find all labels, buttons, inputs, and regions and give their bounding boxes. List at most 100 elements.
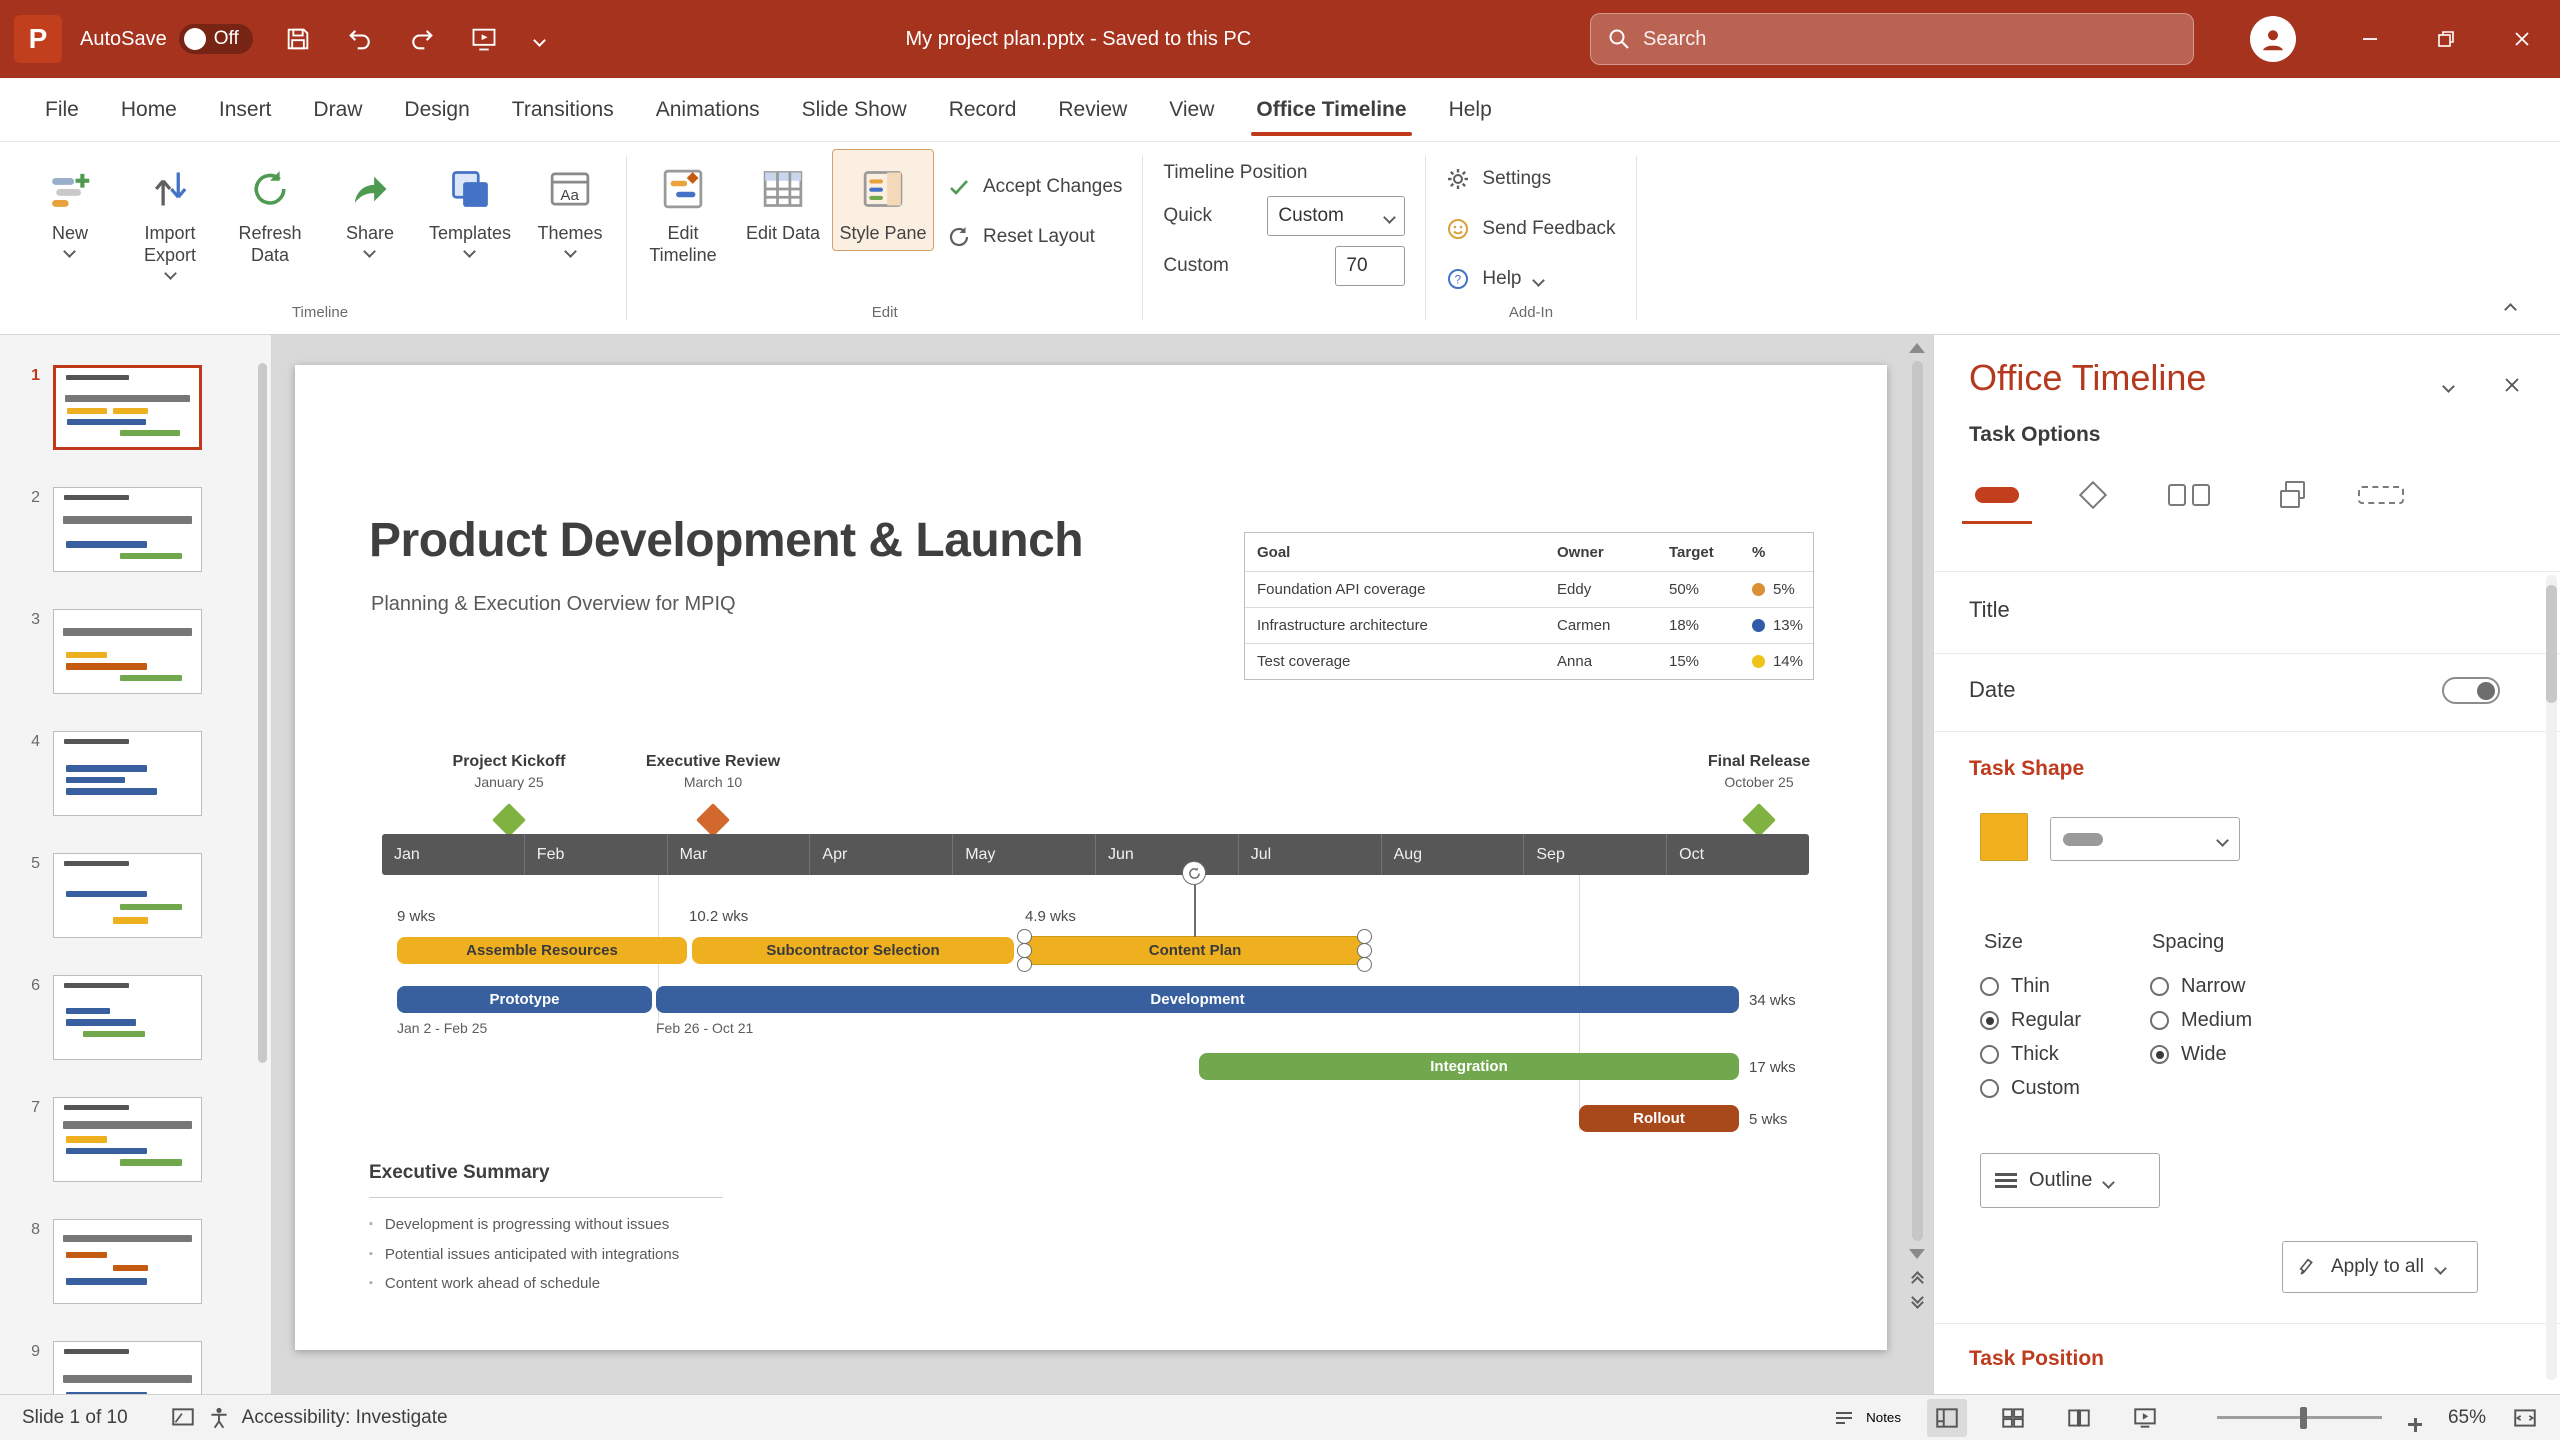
autosave-pill[interactable]: Off bbox=[178, 24, 253, 54]
slide-thumbnail[interactable]: 1 bbox=[18, 365, 271, 450]
quick-access-chevron[interactable] bbox=[513, 12, 567, 66]
timeline-month-band[interactable]: Jan Feb Mar Apr May Jun Jul Aug Sep Oct bbox=[382, 834, 1809, 875]
fit-to-window-button[interactable] bbox=[2512, 1405, 2538, 1431]
date-toggle[interactable] bbox=[2442, 677, 2500, 704]
restore-button[interactable] bbox=[2408, 0, 2484, 78]
size-option-custom[interactable]: Custom bbox=[1980, 1077, 2080, 1100]
slide-title[interactable]: Product Development & Launch bbox=[369, 513, 1084, 568]
send-feedback-button[interactable]: Send Feedback bbox=[1438, 206, 1623, 252]
slide-thumbnail[interactable]: 6 bbox=[18, 975, 271, 1060]
scrollbar-thumb[interactable] bbox=[1911, 361, 1923, 1241]
autosave-toggle[interactable]: AutoSave Off bbox=[80, 24, 253, 54]
tab-insert[interactable]: Insert bbox=[198, 78, 293, 141]
task-shape-heading[interactable]: Task Shape bbox=[1969, 757, 2084, 781]
task-bar-prototype[interactable]: Prototype bbox=[397, 986, 652, 1013]
title-section-label[interactable]: Title bbox=[1969, 597, 2010, 623]
pane-scrollbar[interactable] bbox=[2546, 575, 2557, 1380]
slide-5-preview[interactable] bbox=[53, 853, 202, 938]
shape-option-dashed[interactable] bbox=[2346, 473, 2416, 517]
selection-handle[interactable] bbox=[1017, 929, 1032, 944]
refresh-data-button[interactable]: Refresh Data bbox=[220, 150, 320, 272]
milestone-diamond-icon[interactable] bbox=[696, 803, 730, 837]
help-button[interactable]: ? Help bbox=[1438, 256, 1623, 302]
task-bar-subcontractor-selection[interactable]: Subcontractor Selection bbox=[692, 937, 1014, 964]
slide-7-preview[interactable] bbox=[53, 1097, 202, 1182]
edit-data-button[interactable]: Edit Data bbox=[733, 150, 833, 250]
scroll-down-icon[interactable] bbox=[1909, 1249, 1925, 1259]
pane-close-button[interactable] bbox=[2492, 369, 2532, 401]
slide-thumbnail[interactable]: 7 bbox=[18, 1097, 271, 1182]
slide-editor[interactable]: Product Development & Launch Planning & … bbox=[295, 365, 1887, 1350]
rotate-handle[interactable] bbox=[1182, 861, 1206, 885]
close-button[interactable] bbox=[2484, 0, 2560, 78]
slide-thumbnail[interactable]: 3 bbox=[18, 609, 271, 694]
task-bar-integration[interactable]: Integration bbox=[1199, 1053, 1739, 1080]
selection-handle[interactable] bbox=[1357, 929, 1372, 944]
selection-handle[interactable] bbox=[1357, 957, 1372, 972]
task-bar-assemble-resources[interactable]: Assemble Resources bbox=[397, 937, 687, 964]
collapse-ribbon-button[interactable] bbox=[2490, 290, 2530, 320]
custom-position-input[interactable] bbox=[1335, 246, 1406, 286]
tab-slide-show[interactable]: Slide Show bbox=[781, 78, 928, 141]
tab-transitions[interactable]: Transitions bbox=[491, 78, 635, 141]
reading-view-button[interactable] bbox=[2059, 1399, 2099, 1437]
slide-thumbnail[interactable]: 2 bbox=[18, 487, 271, 572]
redo-button[interactable] bbox=[395, 12, 449, 66]
accept-changes-button[interactable]: Accept Changes bbox=[939, 164, 1130, 210]
slide-6-preview[interactable] bbox=[53, 975, 202, 1060]
accessibility-status[interactable]: Accessibility: Investigate bbox=[242, 1407, 448, 1429]
shape-option-brackets[interactable] bbox=[2154, 473, 2224, 517]
tab-office-timeline[interactable]: Office Timeline bbox=[1235, 78, 1427, 141]
slide-8-preview[interactable] bbox=[53, 1219, 202, 1304]
thumbnail-scrollbar[interactable] bbox=[258, 363, 267, 1063]
search-input[interactable] bbox=[1643, 27, 2177, 51]
tab-draw[interactable]: Draw bbox=[292, 78, 383, 141]
pane-options-button[interactable] bbox=[2428, 369, 2468, 401]
normal-view-button[interactable] bbox=[1927, 1398, 1967, 1437]
selection-handle[interactable] bbox=[1357, 943, 1372, 958]
milestone-diamond-icon[interactable] bbox=[492, 803, 526, 837]
spacing-option-wide[interactable]: Wide bbox=[2150, 1043, 2227, 1066]
tab-help[interactable]: Help bbox=[1428, 78, 1513, 141]
executive-summary-list[interactable]: Development is progressing without issue… bbox=[369, 1210, 679, 1299]
task-bar-rollout[interactable]: Rollout bbox=[1579, 1105, 1739, 1132]
slide-thumbnail[interactable]: 9 bbox=[18, 1341, 271, 1394]
zoom-slider[interactable] bbox=[2217, 1406, 2382, 1429]
slide-9-preview[interactable] bbox=[53, 1341, 202, 1394]
spacing-option-medium[interactable]: Medium bbox=[2150, 1009, 2252, 1032]
accessibility-person-icon[interactable] bbox=[206, 1405, 232, 1431]
tab-review[interactable]: Review bbox=[1037, 78, 1148, 141]
selection-handle[interactable] bbox=[1017, 957, 1032, 972]
share-button[interactable]: Share bbox=[320, 150, 420, 262]
tab-record[interactable]: Record bbox=[928, 78, 1038, 141]
undo-button[interactable] bbox=[333, 12, 387, 66]
save-button[interactable] bbox=[271, 12, 325, 66]
outline-button[interactable]: Outline bbox=[1980, 1153, 2160, 1208]
minimize-button[interactable] bbox=[2332, 0, 2408, 78]
tab-file[interactable]: File bbox=[24, 78, 100, 141]
tab-design[interactable]: Design bbox=[383, 78, 490, 141]
powerpoint-logo-icon[interactable]: P bbox=[14, 15, 62, 63]
date-section-label[interactable]: Date bbox=[1969, 677, 2015, 703]
new-button[interactable]: New bbox=[20, 150, 120, 262]
notes-button[interactable]: Notes bbox=[1832, 1406, 1901, 1430]
edit-timeline-button[interactable]: Edit Timeline bbox=[633, 150, 733, 272]
start-slideshow-button[interactable] bbox=[457, 12, 511, 66]
slideshow-view-button[interactable] bbox=[2125, 1399, 2165, 1437]
accessibility-checker-icon[interactable] bbox=[170, 1405, 196, 1431]
size-option-thick[interactable]: Thick bbox=[1980, 1043, 2059, 1066]
scroll-up-icon[interactable] bbox=[1909, 343, 1925, 353]
tab-view[interactable]: View bbox=[1148, 78, 1235, 141]
task-bar-development[interactable]: Development bbox=[656, 986, 1739, 1013]
slide-sorter-view-button[interactable] bbox=[1993, 1399, 2033, 1437]
quick-position-dropdown[interactable]: Custom bbox=[1267, 196, 1406, 236]
slider-thumb[interactable] bbox=[2299, 1406, 2307, 1429]
size-option-regular[interactable]: Regular bbox=[1980, 1009, 2081, 1032]
slide-indicator[interactable]: Slide 1 of 10 bbox=[22, 1407, 128, 1429]
slide-4-preview[interactable] bbox=[53, 731, 202, 816]
settings-button[interactable]: Settings bbox=[1438, 156, 1623, 202]
shape-option-diamond[interactable] bbox=[2058, 473, 2128, 517]
shape-option-overlap[interactable] bbox=[2250, 473, 2320, 517]
slide-subtitle[interactable]: Planning & Execution Overview for MPIQ bbox=[371, 593, 736, 616]
goal-table[interactable]: Goal Owner Target % Foundation API cover… bbox=[1244, 532, 1814, 680]
